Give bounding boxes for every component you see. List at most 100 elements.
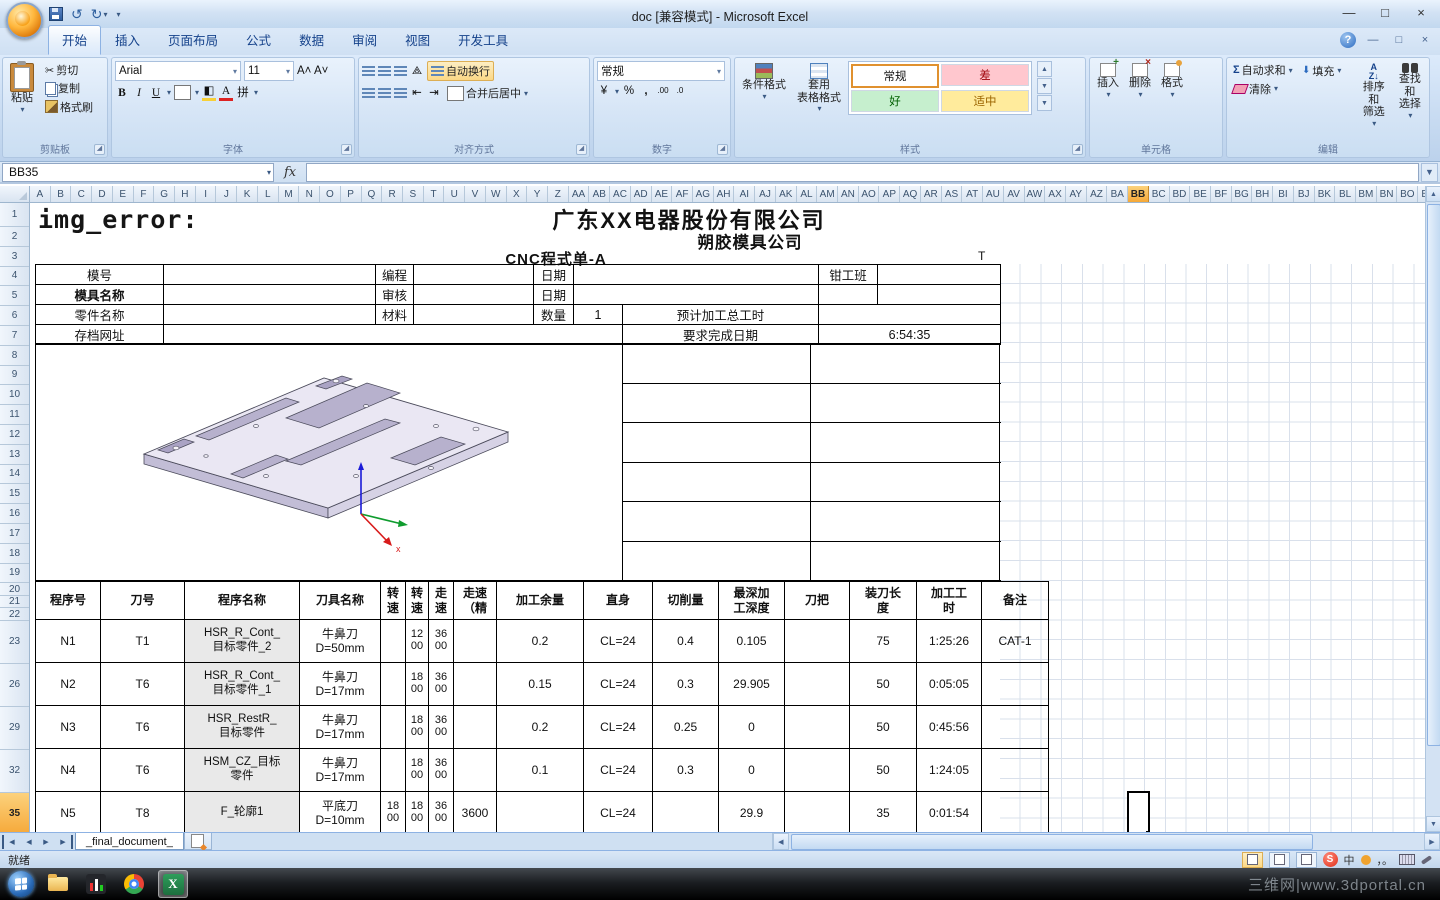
column-header-AH[interactable]: AH	[714, 186, 735, 202]
cnc-cell-r1c2[interactable]: HSR_R_Cont_ 目标零件_2	[184, 619, 300, 663]
cnc-header-4[interactable]: 转 速	[380, 581, 406, 620]
column-header-AL[interactable]: AL	[797, 186, 818, 202]
row-header-9[interactable]: 9	[0, 366, 29, 386]
due-value[interactable]: 6:54:35	[818, 324, 1001, 345]
font-size-select[interactable]: 11 ▾	[244, 61, 294, 81]
number-dialog-launcher[interactable]: ◢	[717, 144, 728, 155]
ribbon-tab-开始[interactable]: 开始	[48, 25, 102, 55]
material-value[interactable]	[413, 304, 534, 325]
cnc-cell-r2c3[interactable]: 牛鼻刀 D=17mm	[299, 662, 381, 706]
cnc-cell-r1c3[interactable]: 牛鼻刀 D=50mm	[299, 619, 381, 663]
broken-image-placeholder[interactable]: img_error:	[38, 205, 199, 234]
vertical-scroll-thumb[interactable]	[1427, 204, 1440, 746]
cnc-cell-r3c9[interactable]: CL=24	[583, 705, 653, 749]
decrease-indent-icon[interactable]: ⇤	[410, 86, 424, 100]
cnc-header-15[interactable]: 备注	[981, 581, 1049, 620]
cell-style-常规[interactable]: 常规	[851, 64, 939, 88]
column-header-D[interactable]: D	[92, 186, 113, 202]
column-header-T[interactable]: T	[424, 186, 445, 202]
cnc-cell-r4c4[interactable]	[380, 748, 406, 792]
cnc-cell-r3c12[interactable]	[784, 705, 850, 749]
column-header-V[interactable]: V	[465, 186, 486, 202]
column-header-AA[interactable]: AA	[569, 186, 590, 202]
column-header-AT[interactable]: AT	[962, 186, 984, 202]
orientation-icon[interactable]: ⟁	[410, 64, 424, 78]
cnc-cell-r2c4[interactable]	[380, 662, 406, 706]
chevron-down-icon[interactable]: ▾	[167, 88, 171, 97]
qty-value[interactable]: 1	[573, 304, 623, 325]
cnc-cell-r5c1[interactable]: T8	[100, 791, 185, 832]
cnc-cell-r1c0[interactable]: N1	[35, 619, 101, 663]
cnc-cell-r2c10[interactable]: 0.3	[652, 662, 719, 706]
material-label[interactable]: 材料	[375, 304, 414, 325]
column-header-C[interactable]: C	[71, 186, 93, 202]
cnc-cell-r2c8[interactable]: 0.15	[496, 662, 584, 706]
comma-style-button[interactable]: ,	[639, 84, 653, 98]
column-header-O[interactable]: O	[320, 186, 341, 202]
cnc-cell-r5c11[interactable]: 29.9	[718, 791, 785, 832]
cnc-cell-r2c5[interactable]: 18 00	[405, 662, 429, 706]
row-header-2[interactable]: 2	[0, 227, 29, 247]
cnc-cell-r5c7[interactable]: 3600	[453, 791, 497, 832]
column-header-AV[interactable]: AV	[1004, 186, 1025, 202]
column-header-AC[interactable]: AC	[610, 186, 631, 202]
cnc-cell-r3c14[interactable]: 0:45:56	[916, 705, 982, 749]
cnc-header-7[interactable]: 走速 （精	[453, 581, 497, 620]
cnc-header-1[interactable]: 刀号	[100, 581, 185, 620]
column-header-R[interactable]: R	[382, 186, 403, 202]
cnc-header-8[interactable]: 加工余量	[496, 581, 584, 620]
chevron-down-icon[interactable]: ▾	[195, 88, 199, 97]
cnc-cell-r4c6[interactable]: 36 00	[428, 748, 454, 792]
cnc-cell-r2c1[interactable]: T6	[100, 662, 185, 706]
column-header-BF[interactable]: BF	[1211, 186, 1232, 202]
empty-cell[interactable]	[623, 502, 811, 542]
row-header-6[interactable]: 6	[0, 306, 29, 326]
cnc-header-9[interactable]: 直身	[583, 581, 653, 620]
cnc-cell-r5c8[interactable]	[496, 791, 584, 832]
cnc-cell-r2c0[interactable]: N2	[35, 662, 101, 706]
empty-cell[interactable]	[623, 423, 811, 463]
empty-cell[interactable]	[877, 284, 1001, 305]
column-header-P[interactable]: P	[341, 186, 362, 202]
cnc-cell-r3c1[interactable]: T6	[100, 705, 185, 749]
cnc-cell-r2c15[interactable]	[981, 662, 1049, 706]
italic-button[interactable]: I	[132, 86, 146, 100]
cnc-cell-r3c15[interactable]	[981, 705, 1049, 749]
gallery-more-button[interactable]: ▼	[1037, 95, 1052, 111]
row-header-11[interactable]: 11	[0, 405, 29, 425]
column-header-AD[interactable]: AD	[631, 186, 652, 202]
row-header-32[interactable]: 32	[0, 750, 29, 793]
cnc-cell-r5c3[interactable]: 平底刀 D=10mm	[299, 791, 381, 832]
row-header-16[interactable]: 16	[0, 504, 29, 524]
clipboard-dialog-launcher[interactable]: ◢	[94, 144, 105, 155]
column-header-G[interactable]: G	[154, 186, 176, 202]
cnc-cell-r1c6[interactable]: 36 00	[428, 619, 454, 663]
increase-indent-icon[interactable]: ⇥	[427, 86, 441, 100]
cnc-cell-r5c15[interactable]	[981, 791, 1049, 832]
cnc-header-11[interactable]: 最深加 工深度	[718, 581, 785, 620]
column-header-U[interactable]: U	[444, 186, 466, 202]
font-color-button[interactable]: A	[219, 84, 234, 101]
cnc-cell-r5c2[interactable]: F_轮廓1	[184, 791, 300, 832]
column-header-A[interactable]: A	[30, 186, 51, 202]
taskbar-stock-app-icon[interactable]	[82, 871, 110, 897]
cnc-cell-r3c8[interactable]: 0.2	[496, 705, 584, 749]
program-label[interactable]: 编程	[375, 264, 414, 285]
decrease-decimal-button[interactable]: .0	[673, 84, 687, 98]
empty-cell[interactable]	[623, 383, 811, 423]
taskbar-explorer-icon[interactable]	[44, 871, 72, 897]
currency-button[interactable]: ¥	[597, 84, 611, 98]
cell-style-适中[interactable]: 适中	[941, 90, 1029, 112]
cnc-header-13[interactable]: 装刀长 度	[849, 581, 917, 620]
column-header-AI[interactable]: AI	[734, 186, 756, 202]
sheet-tab-final-document[interactable]: _final_document_	[75, 833, 184, 850]
empty-cell[interactable]	[818, 284, 878, 305]
row-header-19[interactable]: 19	[0, 564, 29, 584]
column-header-AX[interactable]: AX	[1045, 186, 1066, 202]
column-header-E[interactable]: E	[113, 186, 134, 202]
column-header-AE[interactable]: AE	[652, 186, 673, 202]
column-header-AB[interactable]: AB	[589, 186, 611, 202]
cnc-cell-r3c6[interactable]: 36 00	[428, 705, 454, 749]
row-header-17[interactable]: 17	[0, 524, 29, 544]
row-header-14[interactable]: 14	[0, 465, 29, 485]
